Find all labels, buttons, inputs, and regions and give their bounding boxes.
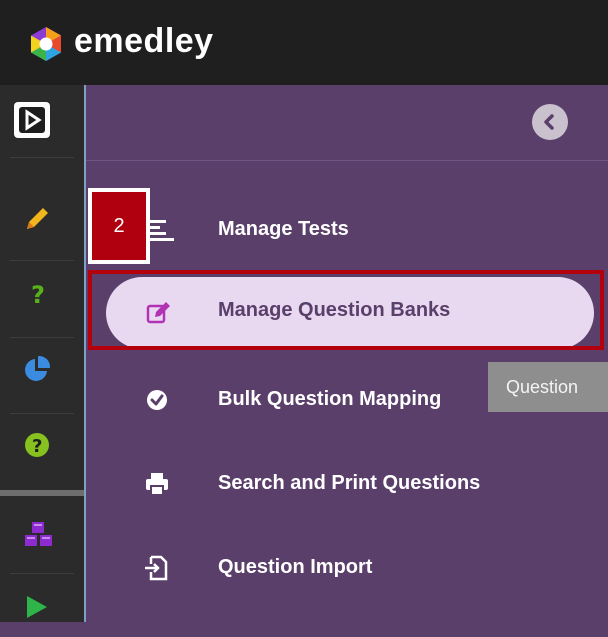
menu-item-manage-tests[interactable]: Manage Tests [106, 194, 594, 264]
emedley-logo-icon[interactable] [28, 26, 64, 62]
play-triangle-icon [22, 592, 52, 622]
cubes-icon [22, 520, 56, 550]
check-circle-icon [144, 387, 170, 413]
svg-text:?: ? [31, 281, 45, 308]
import-file-icon [144, 555, 170, 581]
rail-section-divider [0, 490, 84, 496]
printer-icon [144, 471, 170, 497]
tutorial-highlight-frame [88, 270, 604, 350]
tooltip: Question [488, 362, 608, 412]
menu-item-label: Search and Print Questions [218, 471, 481, 494]
rail-divider [10, 337, 74, 338]
menu-item-search-and-print[interactable]: Search and Print Questions [106, 448, 594, 518]
question-mark-icon: ? [22, 278, 52, 308]
rail-item-start[interactable] [0, 577, 84, 637]
play-icon [12, 100, 52, 140]
rail-item-help[interactable]: ? [0, 415, 84, 475]
rail-divider [10, 260, 74, 261]
rail-item-edit[interactable] [0, 189, 84, 249]
menu-item-label: Manage Tests [218, 217, 349, 240]
rail-divider [10, 157, 74, 158]
rail-item-modules[interactable] [0, 505, 84, 565]
chevron-left-icon [541, 113, 559, 131]
pencil-icon [22, 204, 52, 234]
rail-divider [10, 413, 74, 414]
step-number-badge: 2 [88, 188, 150, 264]
rail-item-play[interactable] [0, 90, 84, 150]
left-icon-rail: ? ? [0, 85, 84, 622]
panel-divider [86, 160, 608, 161]
pie-chart-icon [22, 354, 52, 384]
rail-divider [10, 573, 74, 574]
menu-item-question-import[interactable]: Question Import [106, 532, 594, 602]
brand-name[interactable]: emedley [74, 22, 214, 61]
menu-item-label: Question Import [218, 555, 373, 578]
rail-item-questions[interactable]: ? [0, 263, 84, 323]
rail-item-reports[interactable] [0, 339, 84, 399]
top-bar: emedley [0, 0, 608, 85]
svg-text:?: ? [32, 436, 42, 457]
menu-item-label: Bulk Question Mapping [218, 387, 442, 410]
collapse-panel-button[interactable] [532, 104, 568, 140]
help-circle-icon: ? [22, 430, 52, 460]
